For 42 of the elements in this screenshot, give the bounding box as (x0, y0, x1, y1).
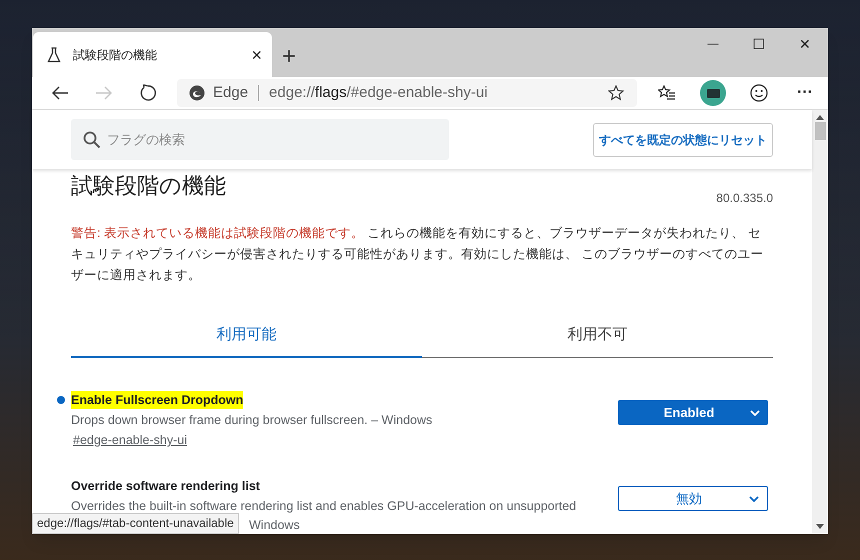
favorites-list-icon (658, 85, 676, 101)
flag-name: Enable Fullscreen Dropdown (71, 391, 244, 409)
chevron-down-icon (749, 496, 759, 502)
flag-description: Drops down browser frame during browser fullscreen. – Windows (71, 412, 432, 429)
close-button[interactable]: ✕ (782, 28, 828, 60)
address-bar[interactable]: Edge edge://flags/#edge-enable-shy-ui (177, 79, 637, 107)
flags-tab[interactable]: 利用可能 (71, 315, 422, 358)
minimize-button[interactable]: — (690, 28, 736, 60)
flag-link[interactable]: #edge-enable-shy-ui (73, 430, 187, 450)
forward-arrow-icon (95, 86, 113, 100)
page-title: 試験段階の機能 (71, 172, 226, 200)
more-menu-button[interactable]: ··· (782, 81, 828, 105)
scrollbar-thumb[interactable] (814, 122, 826, 140)
scroll-up-arrow-icon[interactable] (816, 115, 824, 120)
search-icon (83, 131, 101, 149)
back-arrow-icon (51, 86, 69, 100)
link-status-bubble: edge://flags/#tab-content-unavailable (32, 513, 239, 534)
tab-title: 試験段階の機能 (73, 46, 158, 64)
site-label: Edge (213, 82, 248, 103)
add-favorite-star-icon (608, 85, 625, 101)
refresh-icon (139, 84, 157, 102)
flag-name: Override software rendering list (71, 478, 260, 495)
browser-tab[interactable]: 試験段階の機能 × (33, 32, 272, 77)
flag-state-dropdown[interactable]: Enabled (618, 400, 768, 425)
tab-close-button[interactable]: × (251, 46, 262, 64)
flags-tab[interactable]: 利用不可 (422, 315, 773, 358)
url-text: edge://flags/#edge-enable-shy-ui (269, 82, 489, 103)
smiley-icon (750, 84, 768, 102)
new-tab-button[interactable]: + (282, 45, 296, 69)
flag-state-dropdown[interactable]: 無効 (618, 486, 768, 511)
search-field[interactable]: フラグの検索 (71, 119, 449, 160)
chevron-down-icon (750, 410, 760, 416)
flag-description: Overrides the built-in software rendering list and enables GPU-acceleration on unsupported (71, 498, 576, 515)
flag-description: Windows (249, 517, 300, 534)
profile-avatar-icon (700, 80, 726, 106)
scroll-down-arrow-icon[interactable] (816, 524, 824, 529)
flask-icon (47, 46, 61, 62)
reset-all-button[interactable]: すべてを既定の状態にリセット (593, 122, 773, 156)
version-text: 80.0.335.0 (716, 190, 773, 207)
edge-logo-icon (189, 85, 205, 101)
warning-text: 警告: 表示されている機能は試験段階の機能です。 これらの機能を有効にすると、ブラウザーデータが失われたり、 セキュリティやプライバシーが侵害されたりする可能性があります。有効にした機能は、 このブラウザーのすべてのユーザーに適用されます。 (71, 225, 764, 284)
maximize-button[interactable]: ☐ (736, 28, 782, 60)
